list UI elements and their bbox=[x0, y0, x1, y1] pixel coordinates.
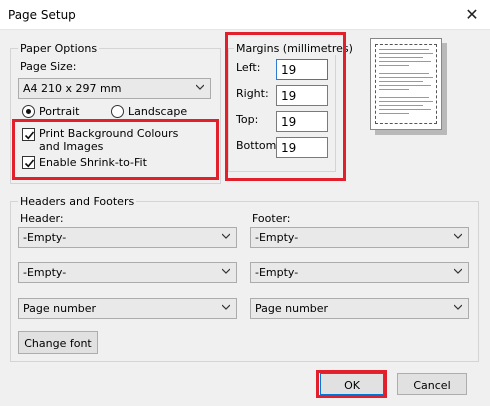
portrait-radio[interactable] bbox=[22, 105, 35, 118]
footer-select-3[interactable]: Page number bbox=[250, 298, 469, 319]
cancel-label: Cancel bbox=[413, 379, 451, 392]
portrait-label: Portrait bbox=[39, 105, 80, 118]
header-label: Header: bbox=[20, 212, 64, 225]
chevron-down-icon bbox=[222, 233, 230, 239]
header-select-2-value: -Empty- bbox=[23, 266, 67, 279]
highlight-margins bbox=[225, 32, 346, 181]
chevron-down-icon bbox=[222, 268, 230, 274]
landscape-radio[interactable] bbox=[111, 105, 124, 118]
cancel-button[interactable]: Cancel bbox=[397, 373, 467, 395]
header-select-2[interactable]: -Empty- bbox=[18, 262, 237, 283]
page-size-value: A4 210 x 297 mm bbox=[23, 82, 122, 95]
chevron-down-icon bbox=[454, 233, 462, 239]
footer-select-3-value: Page number bbox=[255, 302, 329, 315]
header-select-1[interactable]: -Empty- bbox=[18, 227, 237, 248]
change-font-button[interactable]: Change font bbox=[18, 331, 98, 354]
footer-label: Footer: bbox=[252, 212, 291, 225]
change-font-label: Change font bbox=[24, 337, 92, 350]
page-size-select[interactable]: A4 210 x 297 mm bbox=[18, 78, 211, 99]
highlight-ok-button bbox=[316, 370, 387, 398]
chevron-down-icon bbox=[454, 304, 462, 310]
page-preview bbox=[370, 38, 442, 130]
footer-select-1-value: -Empty- bbox=[255, 231, 299, 244]
chevron-down-icon bbox=[196, 84, 204, 90]
highlight-print-options bbox=[12, 119, 219, 180]
page-size-label: Page Size: bbox=[20, 60, 77, 73]
header-select-1-value: -Empty- bbox=[23, 231, 67, 244]
footer-select-2[interactable]: -Empty- bbox=[250, 262, 469, 283]
chevron-down-icon bbox=[222, 304, 230, 310]
chevron-down-icon bbox=[454, 268, 462, 274]
dialog-title: Page Setup bbox=[8, 8, 76, 22]
landscape-label: Landscape bbox=[128, 105, 188, 118]
paper-options-title: Paper Options bbox=[18, 42, 100, 55]
header-select-3[interactable]: Page number bbox=[18, 298, 237, 319]
footer-select-1[interactable]: -Empty- bbox=[250, 227, 469, 248]
page-preview-margins bbox=[375, 44, 437, 124]
header-select-3-value: Page number bbox=[23, 302, 97, 315]
headers-footers-title: Headers and Footers bbox=[18, 195, 137, 208]
close-icon[interactable]: ✕ bbox=[460, 3, 484, 27]
footer-select-2-value: -Empty- bbox=[255, 266, 299, 279]
